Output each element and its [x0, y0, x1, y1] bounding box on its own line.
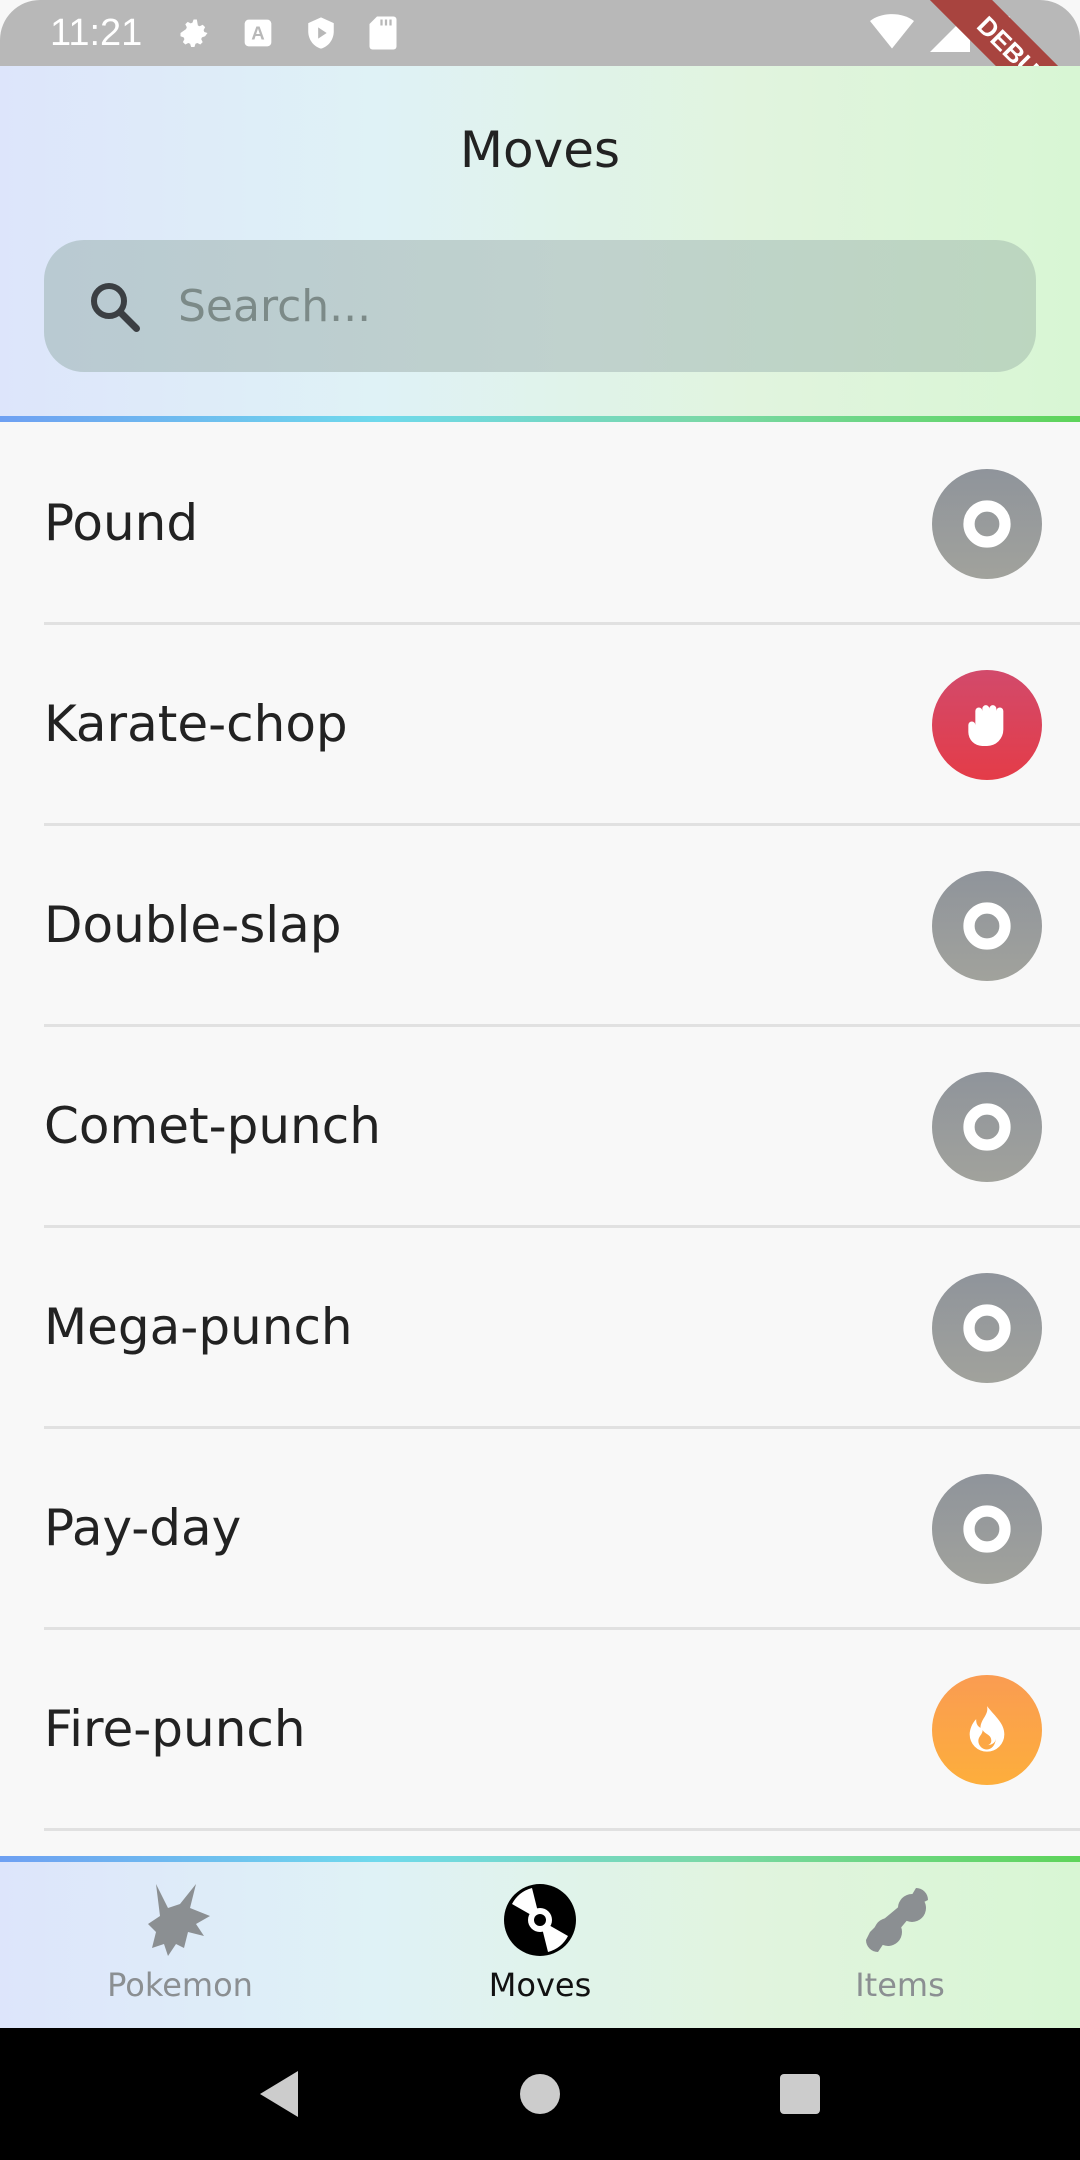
normal-type-icon	[932, 1273, 1042, 1383]
status-time: 11:21	[50, 11, 143, 54]
nav-label-items: Items	[855, 1966, 945, 2004]
normal-type-icon	[932, 1474, 1042, 1584]
system-nav-bar	[0, 2028, 1080, 2160]
move-name: Mega-punch	[44, 1298, 353, 1356]
list-item[interactable]: Karate-chop	[44, 625, 1080, 826]
move-name: Fire-punch	[44, 1700, 306, 1758]
normal-type-icon	[932, 1072, 1042, 1182]
home-icon[interactable]	[518, 2072, 562, 2116]
svg-text:A: A	[252, 23, 265, 44]
list-item[interactable]: Double-slap	[44, 826, 1080, 1027]
candy-icon	[866, 1888, 928, 1952]
recents-icon[interactable]	[778, 2072, 822, 2116]
sd-card-icon	[369, 16, 397, 50]
list-item[interactable]: Comet-punch	[44, 1027, 1080, 1228]
nav-item-pokemon[interactable]: Pokemon	[0, 1862, 360, 2028]
page-title: Moves	[459, 121, 621, 179]
move-name: Karate-chop	[44, 695, 348, 753]
list-item[interactable]: Fire-punch	[44, 1630, 1080, 1831]
settings-icon	[180, 19, 208, 47]
wifi-icon	[870, 14, 914, 49]
nav-label-moves: Moves	[488, 1966, 592, 2004]
search-bar[interactable]	[44, 240, 1036, 372]
header-divider	[0, 416, 1080, 422]
list-item[interactable]: Pound	[44, 424, 1080, 625]
moves-list[interactable]: Pound Karate-chop Double-slap Comet-punc…	[0, 424, 1080, 1831]
status-bar: 11:21 A DEBUG	[0, 0, 1080, 158]
nav-item-moves[interactable]: Moves	[360, 1862, 720, 2028]
list-item[interactable]: Mega-punch	[44, 1228, 1080, 1429]
bottom-nav: Pokemon Moves Items	[0, 1862, 1080, 2028]
search-input[interactable]	[178, 280, 958, 332]
normal-type-icon	[932, 871, 1042, 981]
nav-label-pokemon: Pokemon	[107, 1966, 253, 2004]
back-icon[interactable]	[258, 2069, 302, 2119]
list-item[interactable]: Pay-day	[44, 1429, 1080, 1630]
move-name: Pay-day	[44, 1499, 242, 1557]
app-header: Moves	[0, 66, 1080, 420]
search-icon	[91, 283, 140, 332]
normal-type-icon	[932, 469, 1042, 579]
move-name: Pound	[44, 494, 199, 552]
disc-icon	[504, 1884, 576, 1956]
pikachu-icon	[148, 1884, 210, 1956]
fighting-type-icon	[932, 670, 1042, 780]
shield-play-icon	[308, 17, 335, 49]
move-name: Double-slap	[44, 896, 342, 954]
fire-type-icon	[932, 1675, 1042, 1785]
a-icon: A	[244, 19, 272, 47]
status-icons-left: A	[176, 15, 398, 51]
nav-item-items[interactable]: Items	[720, 1862, 1080, 2028]
move-name: Comet-punch	[44, 1097, 381, 1155]
